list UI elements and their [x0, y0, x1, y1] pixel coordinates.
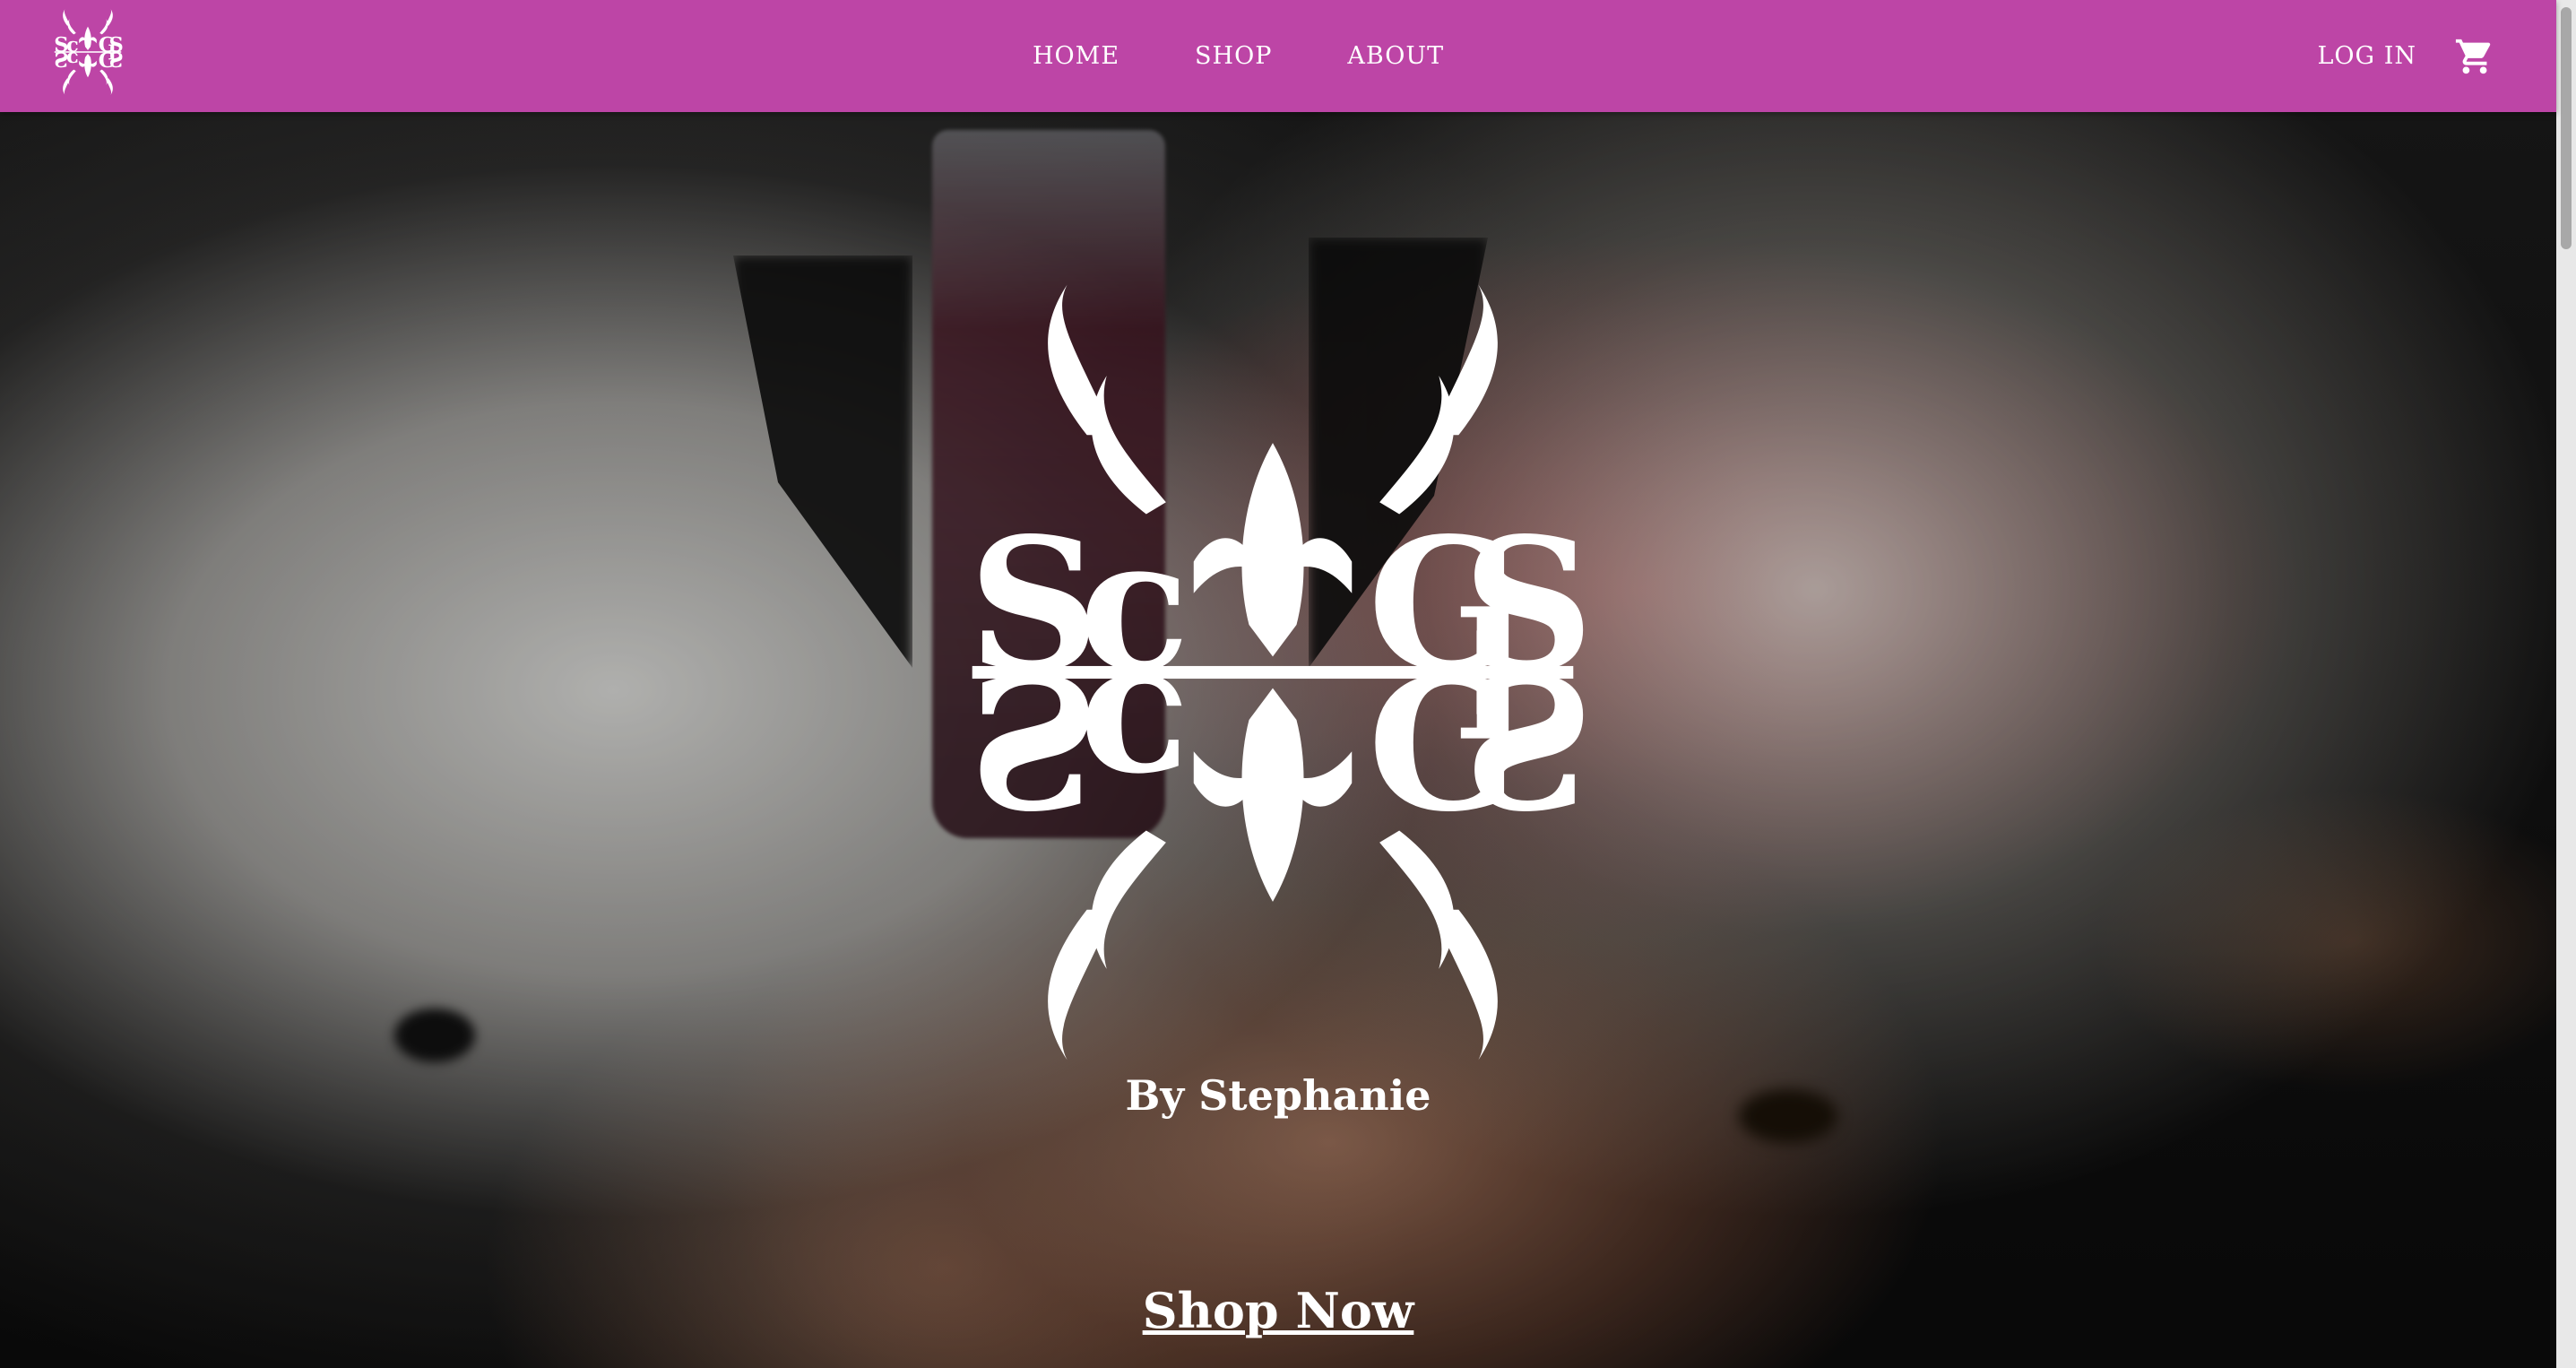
nav-actions: LOG IN [2317, 0, 2495, 112]
hero-tagline: By Stephanie [1125, 1071, 1431, 1120]
login-link[interactable]: LOG IN [2317, 42, 2416, 70]
shop-now-link[interactable]: Shop Now [1009, 1282, 1547, 1339]
shopping-cart-icon[interactable] [2454, 36, 2495, 77]
nav-link-home[interactable]: HOME [1033, 42, 1119, 70]
hero-logo-icon [968, 284, 1595, 1061]
nav-link-about[interactable]: ABOUT [1347, 42, 1444, 70]
nav-link-shop[interactable]: SHOP [1195, 42, 1272, 70]
top-navbar: HOME SHOP ABOUT LOG IN [0, 0, 2556, 112]
scrollbar-thumb[interactable] [2561, 7, 2572, 249]
main-nav: HOME SHOP ABOUT [1033, 0, 1444, 112]
page-scrollbar[interactable] [2556, 0, 2576, 1368]
brand-logo-icon[interactable] [45, 7, 131, 97]
